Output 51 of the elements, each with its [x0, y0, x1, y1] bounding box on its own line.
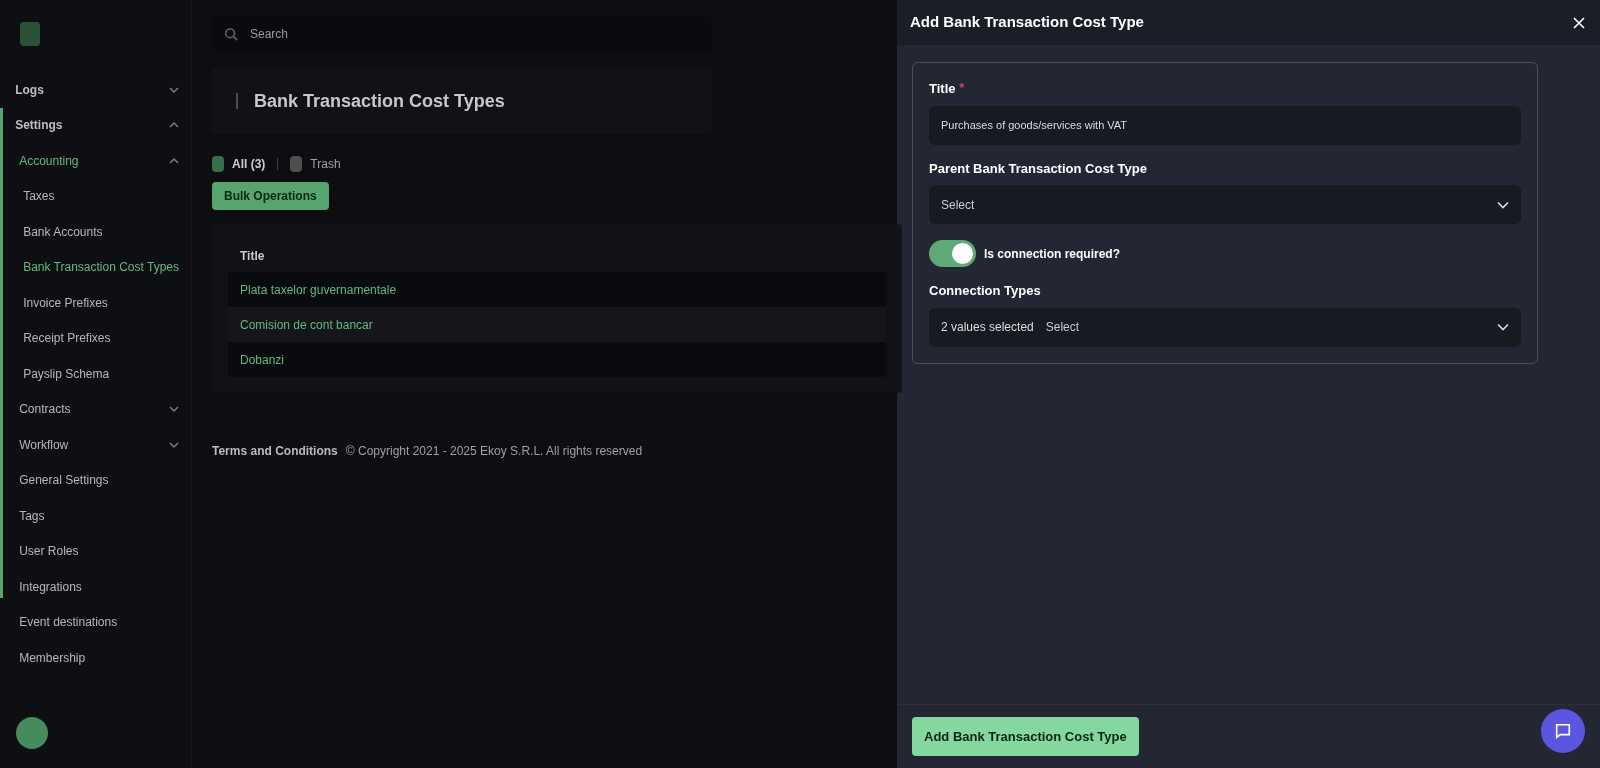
sidebar-item[interactable]: Receipt Prefixes [3, 320, 191, 356]
sidebar-item[interactable]: Logs [3, 72, 191, 108]
search-field[interactable]: Search [212, 16, 712, 52]
sidebar-item[interactable]: Invoice Prefixes [3, 285, 191, 321]
chevron-down-icon [1497, 323, 1509, 331]
column-header: Title [239, 248, 266, 265]
close-icon[interactable] [1571, 14, 1587, 31]
chevron-up-icon [169, 155, 179, 166]
search-icon [224, 27, 238, 41]
submit-button[interactable]: Add Bank Transaction Cost Type [912, 717, 1139, 756]
field-label: Connection Types [929, 282, 1042, 300]
sidebar-item[interactable]: Membership [3, 640, 191, 676]
copyright-text: © Copyright 2021 - 2025 Ekoy S.R.L. All rights reserved [345, 443, 643, 459]
sidebar-item[interactable]: Tags [3, 498, 191, 534]
sidebar-item[interactable]: Bank Accounts [3, 214, 191, 250]
toggle-switch[interactable] [929, 240, 976, 267]
sidebar-item[interactable]: General Settings [3, 462, 191, 498]
avatar[interactable] [16, 717, 48, 749]
page-title: Bank Transaction Cost Types [254, 90, 505, 113]
sidebar-item[interactable]: Bank Transaction Cost Types [3, 249, 191, 285]
drawer-title: Add Bank Transaction Cost Type [910, 12, 1144, 33]
chevron-down-icon [1497, 200, 1509, 209]
chevron-down-icon [169, 404, 179, 415]
select-field[interactable]: Select [929, 185, 1521, 224]
filter-tab[interactable]: All (3) [212, 156, 266, 172]
chat-icon [1554, 722, 1572, 740]
logo-icon [20, 22, 40, 46]
table-cell[interactable]: Comision de cont bancar [228, 307, 886, 342]
filter-tab[interactable]: Trash [290, 156, 341, 172]
select-field[interactable]: 2 values selected Select [929, 307, 1521, 347]
sidebar-item[interactable]: Event destinations [3, 604, 191, 640]
chevron-down-icon [169, 84, 179, 95]
sidebar-item[interactable]: Taxes [3, 178, 191, 214]
sidebar-item[interactable]: Contracts [3, 391, 191, 427]
sidebar-item[interactable]: User Roles [3, 533, 191, 569]
field-label: Title [929, 80, 956, 98]
sidebar-item[interactable]: Integrations [3, 569, 191, 605]
table-cell[interactable]: Dobanzi [228, 342, 886, 377]
required-mark: * [959, 80, 965, 97]
sidebar-item[interactable]: Accounting [3, 143, 191, 179]
sidebar-item[interactable]: Payslip Schema [3, 356, 191, 392]
sidebar-item[interactable]: Workflow [3, 427, 191, 463]
sidebar-item[interactable]: Settings [3, 107, 191, 143]
search-placeholder: Search [250, 26, 289, 42]
table-cell[interactable]: Plata taxelor guvernamentale [228, 272, 886, 307]
field-label: Parent Bank Transaction Cost Type [929, 159, 1148, 178]
toggle-label: Is connection required? [984, 245, 1121, 263]
bulk-operations-button[interactable]: Bulk Operations [212, 182, 329, 210]
terms-link[interactable]: Terms and Conditions [212, 443, 338, 459]
chevron-down-icon [169, 439, 179, 450]
title-input[interactable]: Purchases of goods/services with VAT [929, 105, 1521, 145]
